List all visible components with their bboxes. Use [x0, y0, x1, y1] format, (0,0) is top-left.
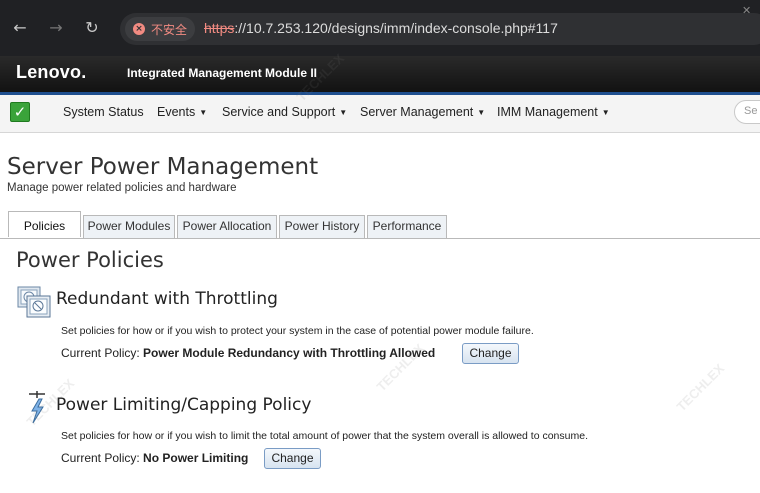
section-heading: Power Policies: [16, 248, 164, 272]
power-supply-icon: [17, 286, 51, 318]
current-policy-value: No Power Limiting: [143, 451, 249, 465]
reload-icon[interactable]: ↻: [81, 17, 103, 39]
menu-label: Events: [157, 105, 196, 119]
product-name: Integrated Management Module II: [127, 66, 318, 80]
page-title: Server Power Management: [7, 154, 319, 180]
capping-description: Set policies for how or if you wish to l…: [61, 430, 588, 442]
insecure-icon: ×: [133, 23, 145, 35]
tab-performance[interactable]: Performance: [367, 215, 447, 238]
menu-server-management[interactable]: Server Management ▼: [360, 105, 485, 119]
tab-power-modules[interactable]: Power Modules: [83, 215, 175, 238]
chevron-down-icon: ▼: [199, 108, 208, 117]
security-label: 不安全: [151, 23, 188, 37]
menu-label: IMM Management: [497, 105, 598, 119]
url-text[interactable]: https://10.7.253.120/designs/imm/index-c…: [204, 20, 558, 36]
browser-toolbar: ← → ↻ × 不安全 https://10.7.253.120/designs…: [0, 0, 760, 56]
menu-label: System Status: [63, 105, 144, 119]
change-redundancy-button[interactable]: Change: [462, 343, 519, 364]
chevron-down-icon: ▼: [339, 108, 348, 117]
watermark: TECHLEX: [673, 360, 728, 415]
current-policy-label: Current Policy:: [61, 346, 140, 360]
tab-label: Power Allocation: [182, 219, 272, 233]
redundant-current-policy: Current Policy: Power Module Redundancy …: [61, 346, 435, 360]
menu-service-support[interactable]: Service and Support ▼: [222, 105, 347, 119]
system-ok-icon[interactable]: ✓: [10, 102, 30, 122]
chevron-down-icon: ▼: [601, 108, 610, 117]
capping-title: Power Limiting/Capping Policy: [56, 395, 312, 415]
lenovo-logo: Lenovo.: [16, 62, 87, 82]
tab-policies[interactable]: Policies: [8, 211, 81, 237]
current-policy-value: Power Module Redundancy with Throttling …: [143, 346, 436, 360]
url-path: ://10.7.253.120/designs/imm/index-consol…: [234, 20, 558, 36]
tab-label: Performance: [372, 219, 442, 233]
security-chip[interactable]: × 不安全: [125, 17, 195, 41]
search-placeholder: Se: [744, 105, 758, 117]
capping-current-policy: Current Policy: No Power Limiting: [61, 451, 248, 465]
tab-power-history[interactable]: Power History: [279, 215, 365, 238]
page-subtitle: Manage power related policies and hardwa…: [7, 182, 237, 194]
search-input[interactable]: Se: [734, 100, 760, 124]
menu-label: Server Management: [360, 105, 474, 119]
tab-label: Power History: [284, 219, 360, 233]
chevron-down-icon: ▼: [477, 108, 486, 117]
tab-label: Power Modules: [87, 219, 171, 233]
close-icon[interactable]: ✕: [742, 4, 751, 17]
address-bar[interactable]: × 不安全 https://10.7.253.120/designs/imm/i…: [120, 13, 760, 45]
change-capping-button[interactable]: Change: [264, 448, 321, 469]
app-header: Lenovo. Integrated Management Module II: [0, 56, 760, 92]
redundant-description: Set policies for how or if you wish to p…: [61, 325, 534, 337]
redundant-title: Redundant with Throttling: [56, 289, 278, 309]
current-policy-label: Current Policy:: [61, 451, 140, 465]
menu-label: Service and Support: [222, 105, 336, 119]
url-scheme: https: [204, 20, 235, 36]
tab-power-allocation[interactable]: Power Allocation: [177, 215, 277, 238]
menu-events[interactable]: Events ▼: [157, 105, 207, 119]
tabs-divider: [0, 238, 760, 239]
menu-system-status[interactable]: System Status: [63, 105, 144, 119]
menu-imm-management[interactable]: IMM Management ▼: [497, 105, 610, 119]
back-icon[interactable]: ←: [9, 17, 31, 39]
forward-icon[interactable]: →: [45, 17, 67, 39]
main-menu: ✓ System Status Events ▼ Service and Supp…: [0, 95, 760, 133]
tab-label: Policies: [23, 219, 66, 233]
